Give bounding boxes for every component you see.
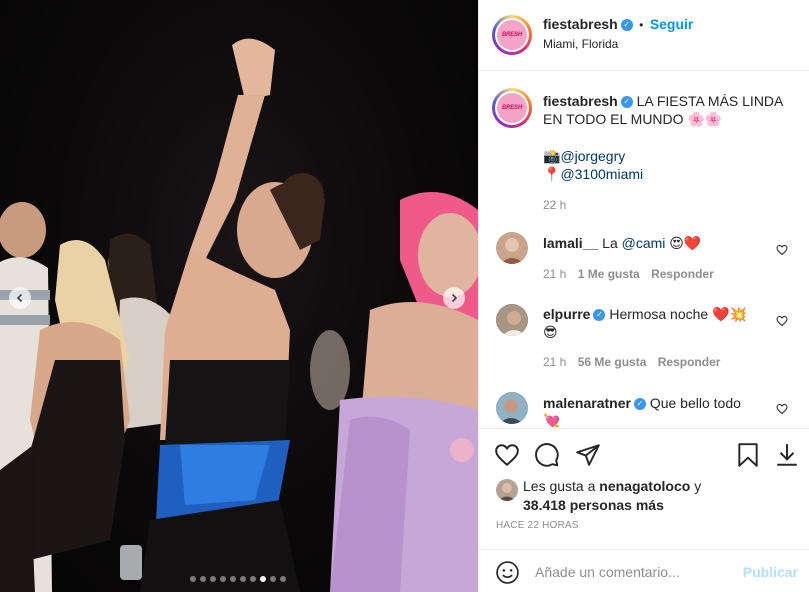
author-username[interactable]: fiestabresh xyxy=(543,16,618,32)
comment-input[interactable] xyxy=(535,562,725,582)
comment-likes-count[interactable]: 1 Me gusta xyxy=(578,267,640,281)
post-modal: BRESH fiestabresh ✓ • Seguir Miami, Flori… xyxy=(0,0,809,592)
comment-emojis: ❤️💥 xyxy=(712,306,747,322)
carousel-dot xyxy=(240,576,246,582)
carousel-dot xyxy=(260,576,266,582)
camera-emoji-icon: 📸 xyxy=(543,148,561,164)
avatar-logo-text: BRESH xyxy=(501,32,522,38)
comment-emoji-line: 💘 xyxy=(543,413,561,427)
like-heart-icon[interactable] xyxy=(494,442,520,468)
liker-username[interactable]: nenagatoloco xyxy=(599,478,690,494)
carousel-dot xyxy=(200,576,206,582)
follow-separator: • xyxy=(639,18,644,32)
commenter-username[interactable]: malenaratner xyxy=(543,395,631,411)
caption-line-1: LA FIESTA MÁS LINDA xyxy=(636,93,784,109)
add-comment-bar: Publicar xyxy=(479,549,809,592)
caption-age: 22 h xyxy=(543,198,567,212)
commenter-avatar[interactable] xyxy=(496,232,528,264)
commenter-avatar[interactable] xyxy=(496,304,528,336)
caption: fiestabresh ✓ LA FIESTA MÁS LINDA EN TODO… xyxy=(543,92,793,214)
caption-username[interactable]: fiestabresh xyxy=(543,93,618,109)
comment-mention-link[interactable]: @cami xyxy=(622,235,666,251)
like-comment-heart-icon[interactable] xyxy=(776,315,788,327)
comment-emoji-line: 😎 xyxy=(543,324,558,340)
comments-section[interactable]: BRESH fiestabresh ✓ LA FIESTA MÁS LINDA E… xyxy=(479,72,809,427)
likes-summary: Les gusta a nenagatoloco y 38.418 person… xyxy=(523,477,701,515)
follow-button[interactable]: Seguir xyxy=(650,16,694,32)
venue-mention-link[interactable]: @3100miami xyxy=(560,166,643,182)
verified-badge-icon: ✓ xyxy=(633,398,646,411)
photographer-mention-link[interactable]: @jorgegry xyxy=(560,148,625,164)
verified-badge-icon: ✓ xyxy=(620,96,633,109)
like-comment-heart-icon[interactable] xyxy=(776,244,788,256)
likes-count-link[interactable]: 38.418 personas más xyxy=(523,497,664,513)
carousel-dot xyxy=(220,576,226,582)
post-timestamp[interactable]: HACE 22 HORAS xyxy=(496,520,579,531)
party-photo-image xyxy=(0,38,478,592)
comment-age: 21 h xyxy=(543,355,567,369)
bookmark-save-icon[interactable] xyxy=(735,442,761,468)
post-location[interactable]: Miami, Florida xyxy=(543,37,618,51)
comment-emojis: 😍❤️ xyxy=(669,235,702,251)
verified-badge-icon: ✓ xyxy=(620,18,633,31)
comment-age: 21 h xyxy=(543,267,567,281)
commenter-photo xyxy=(500,238,524,264)
comment-text: Hermosa noche xyxy=(609,306,709,322)
caption-line-2: EN TODO EL MUNDO xyxy=(543,111,684,127)
carousel-dot xyxy=(280,576,286,582)
commenter-photo xyxy=(496,392,528,424)
comment-text: Que bello todo xyxy=(649,395,741,411)
next-photo-button[interactable] xyxy=(443,287,465,309)
comment-likes-count[interactable]: 56 Me gusta xyxy=(578,355,647,369)
carousel-indicator xyxy=(190,576,286,582)
share-paper-plane-icon[interactable] xyxy=(575,442,601,468)
avatar-logo-text: BRESH xyxy=(501,105,522,111)
caption-emojis: 🌸🌸 xyxy=(687,111,723,127)
chevron-right-icon xyxy=(451,293,458,303)
reply-button[interactable]: Responder xyxy=(658,355,721,369)
post-header: BRESH fiestabresh ✓ • Seguir Miami, Flori… xyxy=(479,0,809,71)
author-avatar[interactable]: BRESH xyxy=(492,15,532,55)
chevron-left-icon xyxy=(16,293,23,303)
reply-button[interactable]: Responder xyxy=(651,267,714,281)
carousel-dot xyxy=(210,576,216,582)
comment-bubble-icon[interactable] xyxy=(534,442,560,468)
verified-badge-icon: ✓ xyxy=(593,309,606,322)
previous-photo-button[interactable] xyxy=(9,287,31,309)
carousel-dot xyxy=(270,576,276,582)
likes-joiner: y xyxy=(694,478,702,494)
carousel-dot xyxy=(250,576,256,582)
commenter-username[interactable]: lamali__ xyxy=(543,235,598,251)
caption-author-avatar[interactable]: BRESH xyxy=(492,88,532,128)
carousel-dot xyxy=(190,576,196,582)
like-comment-heart-icon[interactable] xyxy=(776,403,788,415)
post-actions: Les gusta a nenagatoloco y 38.418 person… xyxy=(479,428,809,592)
download-icon[interactable] xyxy=(774,442,800,468)
liker-avatar[interactable] xyxy=(496,479,518,501)
publish-button[interactable]: Publicar xyxy=(743,564,798,580)
commenter-avatar[interactable] xyxy=(496,392,528,424)
post-photo[interactable] xyxy=(0,0,478,592)
comment-text: La xyxy=(602,235,622,251)
likes-prefix: Les gusta a xyxy=(523,478,596,494)
commenter-photo xyxy=(496,304,528,336)
post-side-panel: BRESH fiestabresh ✓ • Seguir Miami, Flori… xyxy=(478,0,809,592)
pin-emoji-icon: 📍 xyxy=(543,166,561,182)
carousel-dot xyxy=(230,576,236,582)
emoji-smiley-icon[interactable] xyxy=(495,560,520,585)
commenter-username[interactable]: elpurre xyxy=(543,306,590,322)
liker-photo xyxy=(498,483,516,501)
